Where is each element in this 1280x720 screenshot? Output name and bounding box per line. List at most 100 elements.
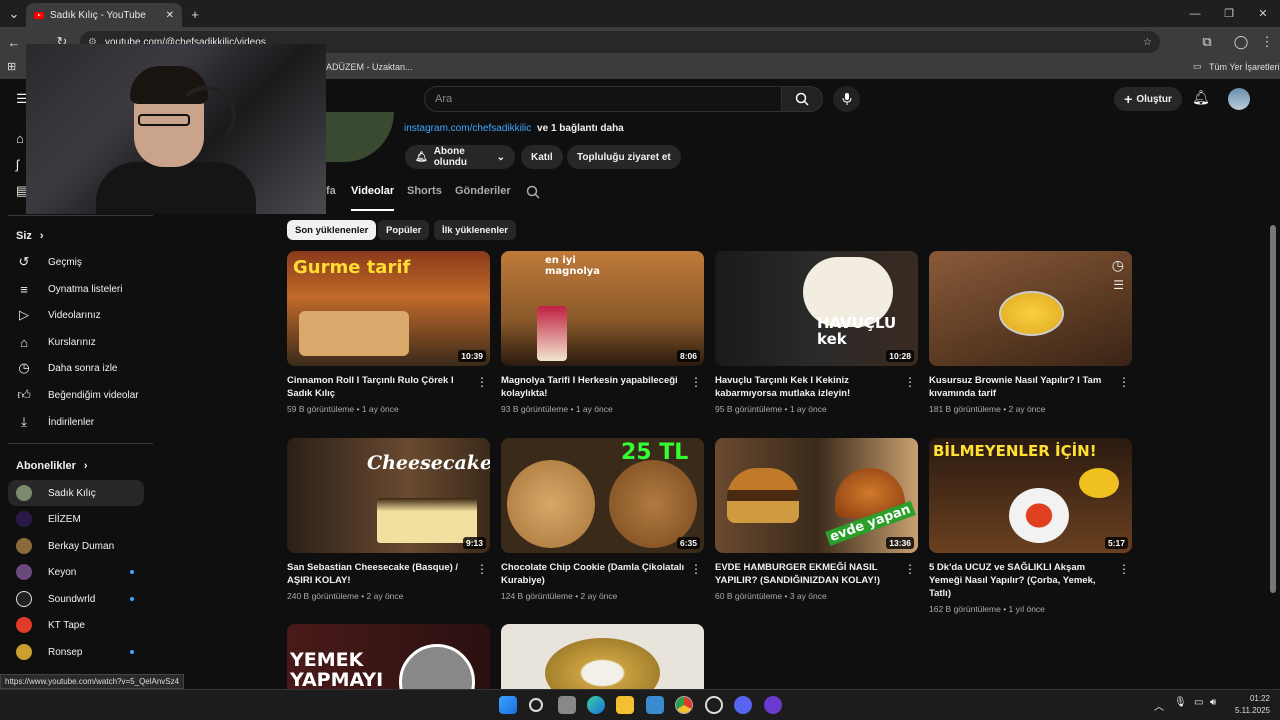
page-scrollbar[interactable] xyxy=(1270,225,1276,593)
subscription-item[interactable]: Soundwrld xyxy=(8,586,144,612)
video-title[interactable]: EVDE HAMBURGER EKMEĞİ NASIL YAPILIR? (SA… xyxy=(715,561,918,587)
video-title[interactable]: Kusursuz Brownie Nasıl Yapılır? I Tam kı… xyxy=(929,374,1132,400)
system-clock[interactable]: 01:22 5.11.2025 xyxy=(1235,693,1270,717)
visit-community-button[interactable]: Topluluğu ziyaret et xyxy=(567,145,681,169)
new-tab-icon[interactable]: + xyxy=(184,3,206,25)
video-card[interactable]: Gurme tarif 10:39 Cinnamon Roll I Tarçın… xyxy=(287,251,490,414)
more-actions-icon[interactable]: ⋮ xyxy=(476,562,488,576)
minimize-icon[interactable]: — xyxy=(1178,0,1212,27)
channel-search-icon[interactable] xyxy=(526,185,540,199)
more-actions-icon[interactable]: ⋮ xyxy=(904,375,916,389)
video-thumbnail[interactable]: HAVUÇLU kek 10:28 xyxy=(715,251,918,366)
close-window-icon[interactable]: ✕ xyxy=(1246,0,1280,27)
video-thumbnail[interactable]: YEMEK YAPMAYI xyxy=(287,624,490,689)
video-title[interactable]: Havuçlu Tarçınlı Kek I Kekiniz kabarmıyo… xyxy=(715,374,918,400)
video-card[interactable]: 25 TL 6:35 Chocolate Chip Cookie (Damla … xyxy=(501,438,704,601)
notifications-bell-icon[interactable]: 🔔︎ xyxy=(1192,89,1210,106)
watch-later-icon[interactable]: ◷ xyxy=(1112,257,1124,274)
close-tab-icon[interactable]: ✕ xyxy=(166,10,174,21)
sidebar-item-watch-later[interactable]: ◷ Daha sonra izle xyxy=(8,355,144,381)
menu-dots-icon[interactable]: ⋮ xyxy=(1256,31,1278,53)
volume-icon[interactable]: 🔊︎ xyxy=(1210,697,1216,708)
more-actions-icon[interactable]: ⋮ xyxy=(690,375,702,389)
sidebar-item-your-videos[interactable]: ▷ Videolarınız xyxy=(8,302,144,328)
search-button[interactable] xyxy=(781,86,823,112)
subscription-item[interactable]: KT Tape xyxy=(8,612,144,638)
photos-app-icon[interactable] xyxy=(646,696,664,714)
filter-popular[interactable]: Popüler xyxy=(378,220,430,240)
subscription-item[interactable]: Ronsep xyxy=(8,639,144,665)
sidebar-item-downloads[interactable]: ⤓ İndirilenler xyxy=(8,409,144,435)
video-thumbnail[interactable]: evde yapan 13:36 xyxy=(715,438,918,553)
app-icon[interactable] xyxy=(764,696,782,714)
video-card[interactable]: HAVUÇLU kek 10:28 Havuçlu Tarçınlı Kek I… xyxy=(715,251,918,414)
channel-avatar-large[interactable] xyxy=(326,112,394,162)
subscriptions-section-header[interactable]: Abonelikler › xyxy=(16,460,88,472)
video-thumbnail[interactable]: en iyi magnolya 8:06 xyxy=(501,251,704,366)
subscribed-button[interactable]: 🔔︎ Abone olundu ⌄ xyxy=(405,145,515,169)
video-thumbnail[interactable]: Cheesecake 9:13 xyxy=(287,438,490,553)
browser-tab[interactable]: Sadık Kılıç - YouTube ✕ xyxy=(26,3,182,27)
tab-posts[interactable]: Gönderiler xyxy=(455,185,511,197)
sidebar-item-history[interactable]: ↺ Geçmiş xyxy=(8,249,144,275)
more-actions-icon[interactable]: ⋮ xyxy=(1118,375,1130,389)
account-avatar[interactable] xyxy=(1228,88,1250,110)
video-card[interactable] xyxy=(501,624,704,689)
shorts-icon[interactable]: ʃ xyxy=(16,157,19,172)
join-button[interactable]: Katıl xyxy=(521,145,563,169)
apps-grid-icon[interactable]: ⊞ xyxy=(7,60,16,73)
profile-icon[interactable]: ◯ xyxy=(1230,31,1252,53)
video-thumbnail[interactable] xyxy=(501,624,704,689)
edge-browser-icon[interactable] xyxy=(587,696,605,714)
tab-home-partial[interactable]: fa xyxy=(326,185,336,197)
video-thumbnail[interactable]: BİLMEYENLER İÇİN! 5:17 xyxy=(929,438,1132,553)
video-card[interactable]: YEMEK YAPMAYI xyxy=(287,624,490,689)
video-title[interactable]: Cinnamon Roll I Tarçınlı Rulo Çörek I Sa… xyxy=(287,374,490,400)
video-card[interactable]: Cheesecake 9:13 San Sebastian Cheesecake… xyxy=(287,438,490,601)
tray-expand-icon[interactable]: ︿ xyxy=(1154,698,1164,713)
network-icon[interactable]: ▭ xyxy=(1194,697,1203,708)
video-title[interactable]: Magnolya Tarifi I Herkesin yapabileceği … xyxy=(501,374,704,400)
tab-videos[interactable]: Videolar xyxy=(351,185,395,211)
app-icon[interactable] xyxy=(705,696,723,714)
tab-list-icon[interactable]: ⌄ xyxy=(3,3,25,25)
filter-latest[interactable]: Son yüklenenler xyxy=(287,220,377,240)
file-explorer-icon[interactable] xyxy=(616,696,634,714)
search-input[interactable]: Ara xyxy=(424,86,782,112)
video-title[interactable]: San Sebastian Cheesecake (Basque) / AŞIR… xyxy=(287,561,490,587)
video-title[interactable]: 5 Dk'da UCUZ ve SAĞLIKLI Akşam Yemeği Na… xyxy=(929,561,1132,600)
subscription-item[interactable]: Berkay Duman xyxy=(8,533,144,559)
instagram-link[interactable]: instagram.com/chefsadikkilic xyxy=(404,123,531,134)
search-icon[interactable] xyxy=(529,698,543,712)
video-card[interactable]: evde yapan 13:36 EVDE HAMBURGER EKMEĞİ N… xyxy=(715,438,918,601)
add-to-queue-icon[interactable]: ☰ xyxy=(1113,278,1124,292)
video-card[interactable]: en iyi magnolya 8:06 Magnolya Tarifi I H… xyxy=(501,251,704,414)
bookmark-star-icon[interactable]: ☆ xyxy=(1143,37,1152,48)
more-actions-icon[interactable]: ⋮ xyxy=(904,562,916,576)
tab-shorts[interactable]: Shorts xyxy=(407,185,442,197)
sidebar-item-playlists[interactable]: ≡ Oynatma listeleri xyxy=(8,276,144,302)
chrome-icon[interactable] xyxy=(675,696,693,714)
video-thumbnail[interactable]: Gurme tarif 10:39 xyxy=(287,251,490,366)
task-view-icon[interactable] xyxy=(558,696,576,714)
more-actions-icon[interactable]: ⋮ xyxy=(476,375,488,389)
voice-search-button[interactable] xyxy=(833,86,860,112)
you-section-header[interactable]: Siz › xyxy=(16,230,44,242)
discord-icon[interactable] xyxy=(734,696,752,714)
more-actions-icon[interactable]: ⋮ xyxy=(690,562,702,576)
subscription-item[interactable]: Keyon xyxy=(8,559,144,585)
more-links-button[interactable]: ve 1 bağlantı daha xyxy=(537,123,624,134)
back-icon[interactable]: ← xyxy=(3,31,25,53)
sidebar-item-courses[interactable]: ⌂ Kurslarınız xyxy=(8,329,144,355)
more-actions-icon[interactable]: ⋮ xyxy=(1118,562,1130,576)
all-bookmarks-button[interactable]: Tüm Yer İşaretleri xyxy=(1209,62,1280,72)
extensions-icon[interactable]: ⧉ xyxy=(1196,31,1218,53)
microphone-tray-icon[interactable]: 🎙︎ xyxy=(1174,697,1187,708)
video-title[interactable]: Chocolate Chip Cookie (Damla Çikolatalı … xyxy=(501,561,704,587)
create-button[interactable]: + Oluştur xyxy=(1114,87,1182,111)
bookmark-item[interactable]: ADÜZEM - Uzaktan... xyxy=(326,62,413,72)
home-icon[interactable]: ⌂ xyxy=(16,131,24,146)
subscription-item[interactable]: Sadık Kılıç xyxy=(8,480,144,506)
subscription-item[interactable]: ElİZEM xyxy=(8,506,144,532)
video-thumbnail[interactable]: 25 TL 6:35 xyxy=(501,438,704,553)
